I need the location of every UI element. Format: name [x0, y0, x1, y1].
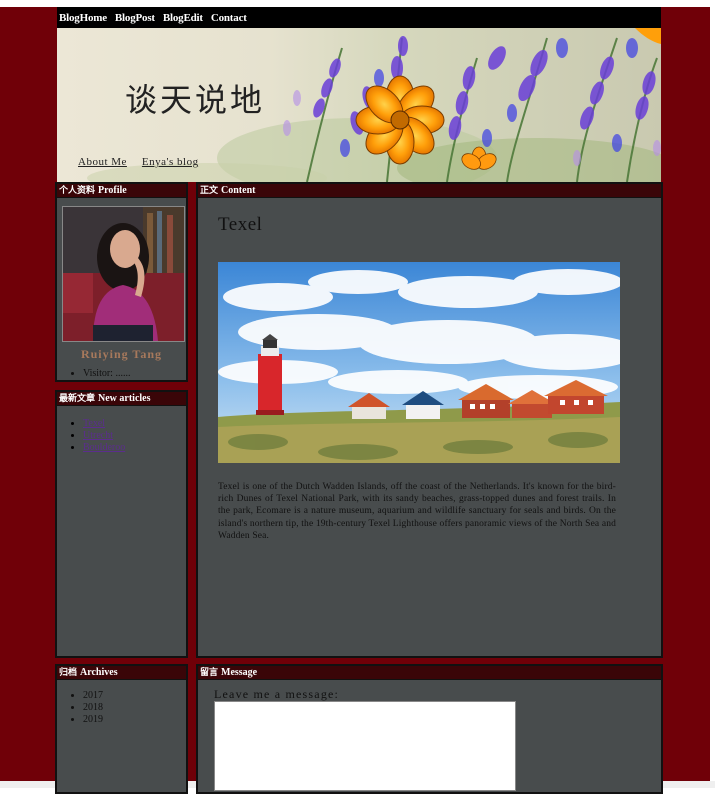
- banner-links: About Me Enya's blog: [78, 156, 214, 168]
- list-item: Boulderoo: [83, 442, 125, 454]
- archive-year-2019[interactable]: 2019: [83, 714, 103, 726]
- content-heading-en: Content: [221, 185, 256, 196]
- message-textarea[interactable]: [214, 701, 516, 791]
- new-articles-heading-en: New articles: [98, 393, 151, 404]
- profile-heading-cn: 个人资料: [59, 186, 96, 196]
- archive-year-2018[interactable]: 2018: [83, 702, 103, 714]
- message-label: Leave me a message:: [214, 687, 340, 701]
- new-articles-header: 最新文章 New articles: [57, 392, 186, 406]
- nav-blogedit-link[interactable]: BlogEdit: [163, 12, 203, 24]
- nav-bloghome-link[interactable]: BlogHome: [59, 12, 107, 24]
- list-item: Utrecht: [83, 430, 125, 442]
- profile-heading-en: Profile: [98, 185, 127, 196]
- content-heading-cn: 正文: [200, 186, 219, 196]
- post-title: Texel: [218, 214, 263, 235]
- archives-heading-en: Archives: [80, 667, 118, 678]
- article-link-boulderoo[interactable]: Boulderoo: [83, 442, 125, 453]
- message-panel: 留言 Message Leave me a message:: [196, 664, 663, 794]
- archives-list: 2017 2018 2019: [57, 690, 103, 726]
- message-header: 留言 Message: [198, 666, 661, 680]
- avatar: [62, 206, 185, 342]
- profile-name: Ruiying Tang: [80, 347, 163, 361]
- list-item: Texel: [83, 418, 125, 430]
- archive-year-2017[interactable]: 2017: [83, 690, 103, 702]
- archives-panel: 归档Archives 2017 2018 2019: [55, 664, 188, 794]
- top-nav: BlogHome BlogPost BlogEdit Contact: [57, 7, 661, 28]
- orange-flower: [355, 75, 445, 165]
- message-heading-en: Message: [221, 667, 258, 678]
- post-image: [218, 262, 620, 463]
- archives-header: 归档 Archives: [57, 666, 186, 680]
- visitor-count: Visitor: ......: [83, 368, 130, 379]
- new-articles-list: Texel Utrecht Boulderoo: [57, 418, 125, 454]
- post-body: Texel is one of the Dutch Wadden Islands…: [218, 482, 616, 541]
- header-banner: 谈天说地 About Me Enya's blog: [57, 28, 661, 182]
- archives-heading-cn: 归档: [59, 668, 78, 678]
- nav-contact-link[interactable]: Contact: [211, 12, 247, 24]
- content-header: 正文 Content: [198, 184, 661, 198]
- nav-blogpost-link[interactable]: BlogPost: [115, 12, 155, 24]
- about-me-link[interactable]: About Me: [78, 156, 127, 168]
- texel-lighthouse-photo: [218, 262, 620, 463]
- new-articles-heading-cn: 最新文章: [59, 394, 96, 404]
- profile-panel: 个人资料Profile Ruiying Tang Visitor: ......: [55, 182, 188, 382]
- site-title: 谈天说地: [125, 81, 266, 119]
- new-articles-panel: 最新文章New articles Texel Utrecht Boulderoo: [55, 390, 188, 658]
- profile-panel-header: 个人资料 Profile: [57, 184, 186, 198]
- article-link-utrecht[interactable]: Utrecht: [83, 430, 113, 441]
- avatar-photo: [63, 207, 184, 341]
- message-heading-cn: 留言: [200, 668, 219, 678]
- enyas-blog-link[interactable]: Enya's blog: [142, 156, 199, 168]
- article-link-texel[interactable]: Texel: [83, 418, 105, 429]
- visitor-list: Visitor: ......: [65, 368, 130, 379]
- content-panel: 正文 Content Texel Texel is one of the Dut…: [196, 182, 663, 658]
